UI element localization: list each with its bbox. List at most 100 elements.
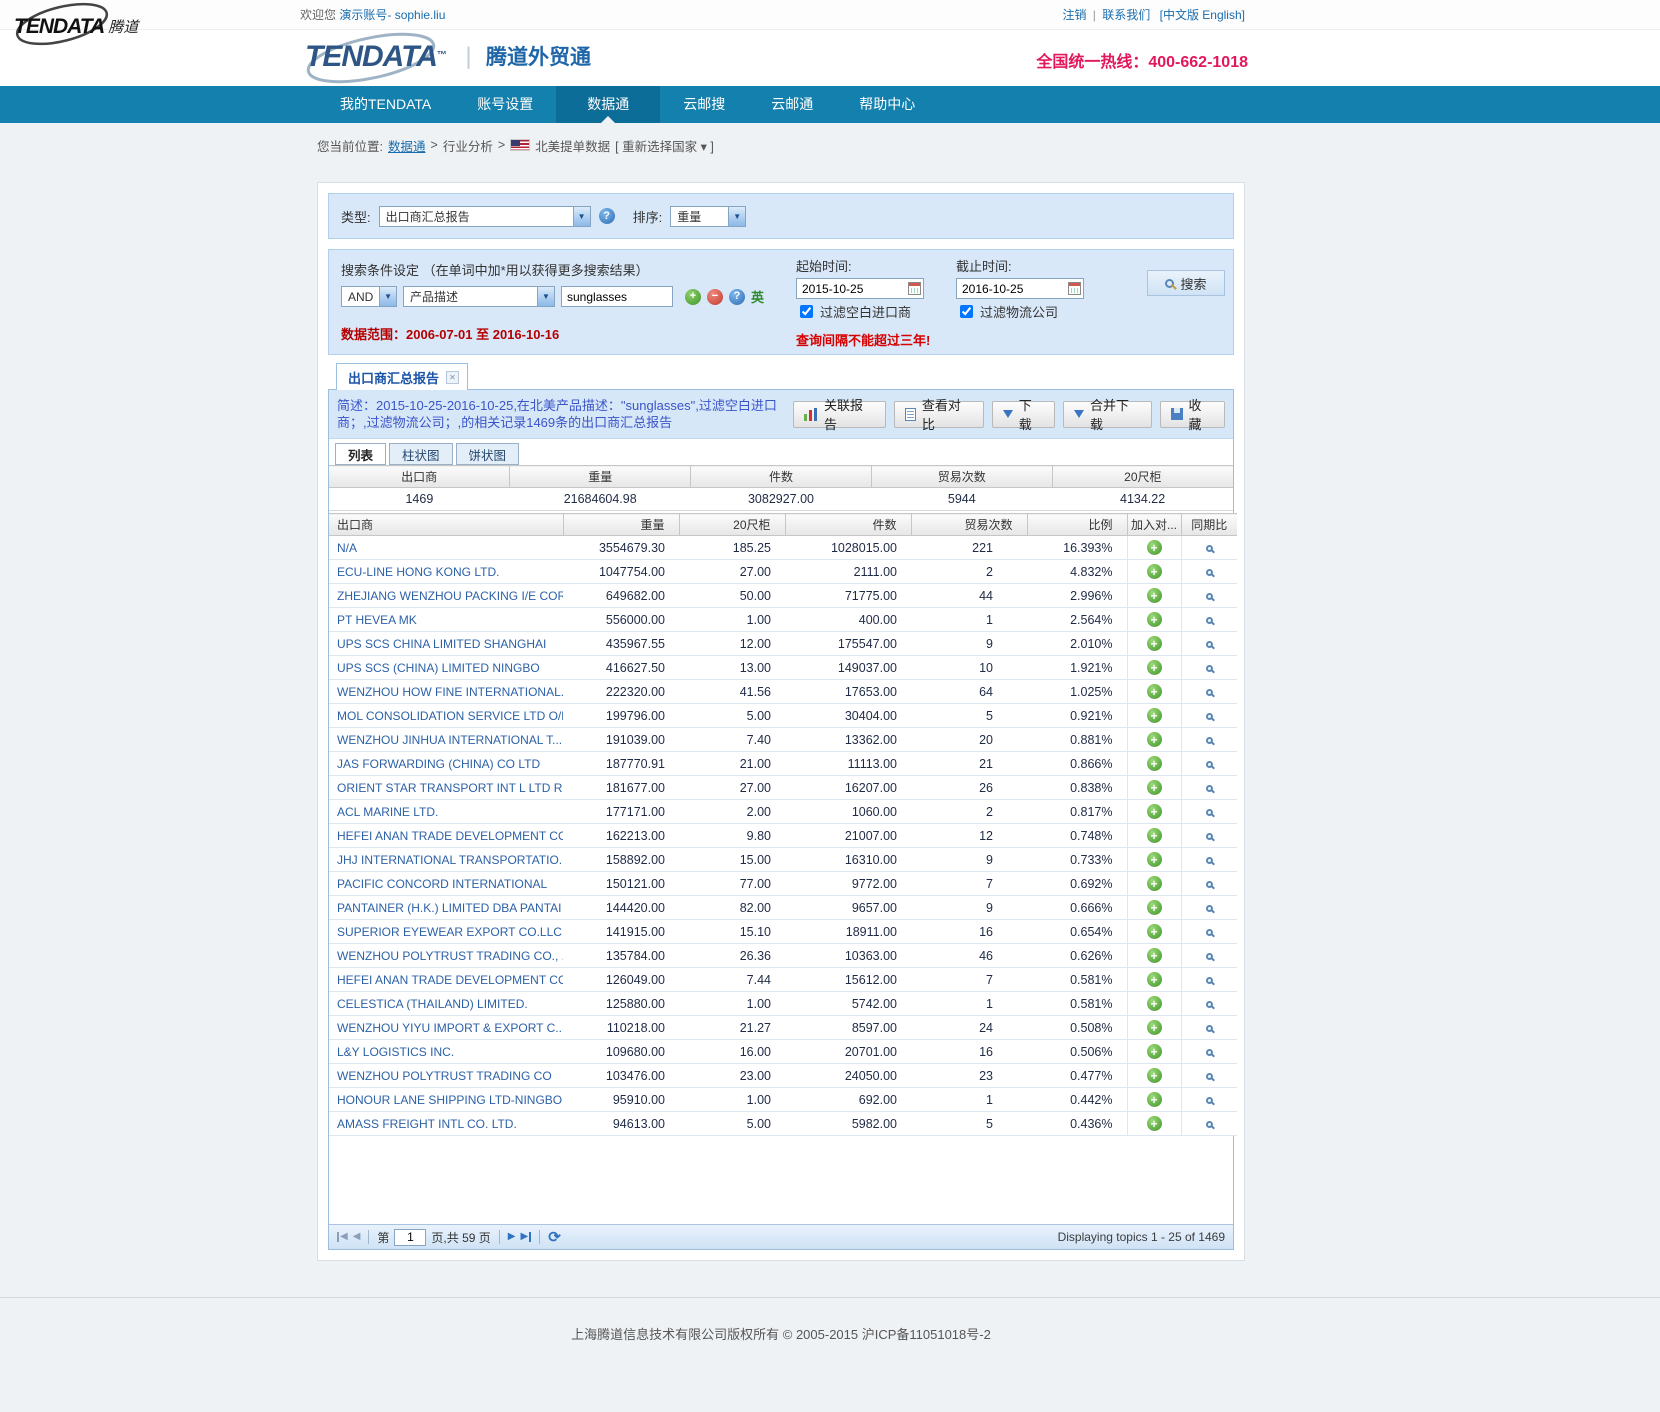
add-to-compare-icon[interactable]: + [1147, 876, 1162, 891]
exporter-link[interactable]: AMASS FREIGHT INTL CO. LTD. [337, 1117, 517, 1131]
report-type-select[interactable]: 出口商汇总报告 ▼ [379, 206, 591, 227]
exporter-link[interactable]: CELESTICA (THAILAND) LIMITED. [337, 997, 528, 1011]
add-to-compare-icon[interactable]: + [1147, 636, 1162, 651]
nav-item-account-settings[interactable]: 账号设置 [454, 86, 556, 123]
add-to-compare-icon[interactable]: + [1147, 708, 1162, 723]
exporter-link[interactable]: WENZHOU JINHUA INTERNATIONAL T... [337, 733, 562, 747]
add-to-compare-icon[interactable]: + [1147, 924, 1162, 939]
exporter-link[interactable]: PT HEVEA MK [337, 613, 417, 627]
add-to-compare-icon[interactable]: + [1147, 1092, 1162, 1107]
calendar-icon[interactable] [908, 282, 921, 295]
nav-item-help-center[interactable]: 帮助中心 [836, 86, 938, 123]
tab-list-view[interactable]: 列表 [335, 443, 386, 465]
merge-download-button[interactable]: 合并下载 [1063, 401, 1152, 428]
yoy-search-icon[interactable] [1206, 545, 1213, 552]
exporter-link[interactable]: HEFEI ANAN TRADE DEVELOPMENT CO... [337, 829, 563, 843]
yoy-search-icon[interactable] [1206, 1025, 1213, 1032]
column-header-ratio[interactable]: 比例 [1027, 514, 1127, 536]
yoy-search-icon[interactable] [1206, 761, 1213, 768]
tab-pie-chart-view[interactable]: 饼状图 [456, 443, 520, 465]
first-page-icon[interactable]: ◀ [337, 1232, 348, 1242]
yoy-search-icon[interactable] [1206, 617, 1213, 624]
nav-item-cloud-mail-search[interactable]: 云邮搜 [660, 86, 748, 123]
favorite-button[interactable]: 收藏 [1160, 401, 1225, 428]
tab-bar-chart-view[interactable]: 柱状图 [389, 443, 453, 465]
column-header-trades[interactable]: 贸易次数 [911, 514, 1027, 536]
add-to-compare-icon[interactable]: + [1147, 564, 1162, 579]
add-condition-icon[interactable]: + [685, 289, 701, 305]
column-header-teu[interactable]: 20尺柜 [679, 514, 785, 536]
yoy-search-icon[interactable] [1206, 833, 1213, 840]
add-to-compare-icon[interactable]: + [1147, 948, 1162, 963]
add-to-compare-icon[interactable]: + [1147, 972, 1162, 987]
add-to-compare-icon[interactable]: + [1147, 588, 1162, 603]
add-to-compare-icon[interactable]: + [1147, 1116, 1162, 1131]
sort-select[interactable]: 重量 ▼ [670, 206, 746, 227]
exporter-link[interactable]: WENZHOU YIYU IMPORT & EXPORT C... [337, 1021, 563, 1035]
add-to-compare-icon[interactable]: + [1147, 612, 1162, 627]
exporter-link[interactable]: UPS SCS (CHINA) LIMITED NINGBO [337, 661, 540, 675]
reselect-country-dropdown[interactable]: [ 重新选择国家 ▾ ] [615, 136, 714, 155]
language-link[interactable]: [中文版 English] [1160, 8, 1245, 22]
column-header-exporter[interactable]: 出口商 [329, 514, 563, 536]
column-header-add-compare[interactable]: 加入对... [1127, 514, 1181, 536]
exporter-link[interactable]: L&Y LOGISTICS INC. [337, 1045, 454, 1059]
yoy-search-icon[interactable] [1206, 737, 1213, 744]
filter-blank-importer-checkbox[interactable] [800, 305, 813, 318]
column-header-weight[interactable]: 重量 [563, 514, 679, 536]
exporter-link[interactable]: WENZHOU HOW FINE INTERNATIONAL... [337, 685, 563, 699]
calendar-icon[interactable] [1068, 282, 1081, 295]
yoy-search-icon[interactable] [1206, 881, 1213, 888]
add-to-compare-icon[interactable]: + [1147, 900, 1162, 915]
exporter-link[interactable]: PANTAINER (H.K.) LIMITED DBA PANTAI [337, 901, 561, 915]
search-field-select[interactable]: 产品描述 ▼ [403, 286, 555, 307]
refresh-icon[interactable]: ⟳ [548, 1230, 561, 1245]
help-icon[interactable]: ? [599, 208, 615, 224]
exporter-link[interactable]: MOL CONSOLIDATION SERVICE LTD O/B [337, 709, 563, 723]
yoy-search-icon[interactable] [1206, 713, 1213, 720]
exporter-link[interactable]: N/A [337, 541, 357, 555]
yoy-search-icon[interactable] [1206, 1097, 1213, 1104]
contact-link[interactable]: 联系我们 [1102, 8, 1150, 22]
yoy-search-icon[interactable] [1206, 1121, 1213, 1128]
exporter-link[interactable]: JAS FORWARDING (CHINA) CO LTD [337, 757, 540, 771]
yoy-search-icon[interactable] [1206, 785, 1213, 792]
remove-condition-icon[interactable]: − [707, 289, 723, 305]
add-to-compare-icon[interactable]: + [1147, 852, 1162, 867]
yoy-search-icon[interactable] [1206, 929, 1213, 936]
exporter-link[interactable]: ZHEJIANG WENZHOU PACKING I/E CORP. [337, 589, 563, 603]
add-to-compare-icon[interactable]: + [1147, 1044, 1162, 1059]
yoy-search-icon[interactable] [1206, 665, 1213, 672]
nav-item-my-tendata[interactable]: 我的TENDATA [317, 86, 454, 123]
yoy-search-icon[interactable] [1206, 905, 1213, 912]
prev-page-icon[interactable]: ◀ [353, 1232, 361, 1242]
keyword-input[interactable] [561, 286, 673, 307]
yoy-search-icon[interactable] [1206, 641, 1213, 648]
yoy-search-icon[interactable] [1206, 1049, 1213, 1056]
column-header-yoy[interactable]: 同期比 [1181, 514, 1237, 536]
nav-item-cloud-mail[interactable]: 云邮通 [748, 86, 836, 123]
view-compare-button[interactable]: 查看对比 [894, 401, 984, 428]
exporter-link[interactable]: PACIFIC CONCORD INTERNATIONAL [337, 877, 547, 891]
yoy-search-icon[interactable] [1206, 1073, 1213, 1080]
filter-logistics-checkbox[interactable] [960, 305, 973, 318]
yoy-search-icon[interactable] [1206, 593, 1213, 600]
account-link[interactable]: 演示账号- sophie.liu [339, 8, 445, 22]
yoy-search-icon[interactable] [1206, 953, 1213, 960]
add-to-compare-icon[interactable]: + [1147, 828, 1162, 843]
add-to-compare-icon[interactable]: + [1147, 780, 1162, 795]
end-date-input[interactable] [956, 278, 1084, 299]
exporter-link[interactable]: HONOUR LANE SHIPPING LTD-NINGBO [337, 1093, 562, 1107]
add-to-compare-icon[interactable]: + [1147, 1068, 1162, 1083]
add-to-compare-icon[interactable]: + [1147, 660, 1162, 675]
help-icon[interactable]: ? [729, 289, 745, 305]
column-header-quantity[interactable]: 件数 [785, 514, 911, 536]
last-page-icon[interactable]: ▶ [520, 1232, 531, 1242]
start-date-input[interactable] [796, 278, 924, 299]
nav-item-data-hub[interactable]: 数据通 [556, 86, 660, 123]
breadcrumb-datatong-link[interactable]: 数据通 [388, 136, 426, 155]
close-icon[interactable]: ✕ [446, 371, 459, 384]
exporter-link[interactable]: ORIENT STAR TRANSPORT INT L LTD RM [337, 781, 563, 795]
add-to-compare-icon[interactable]: + [1147, 1020, 1162, 1035]
exporter-link[interactable]: WENZHOU POLYTRUST TRADING CO., ... [337, 949, 563, 963]
